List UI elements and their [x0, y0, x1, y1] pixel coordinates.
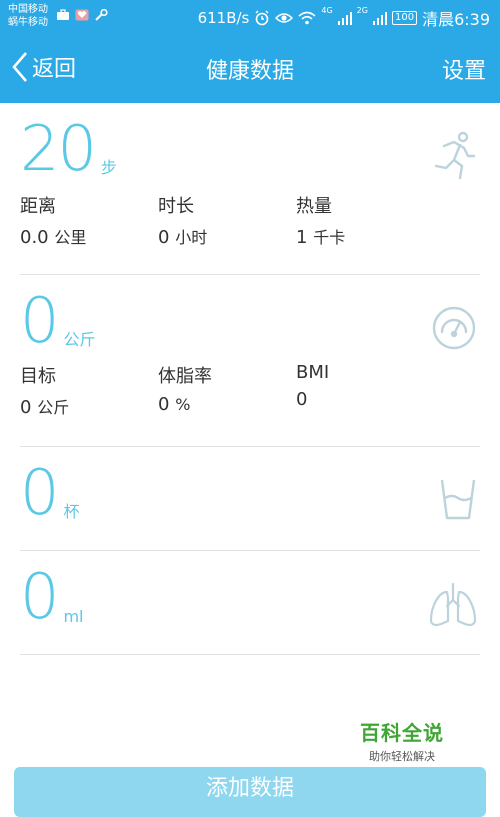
lung-unit: ml — [63, 607, 84, 626]
carrier-info: 中国移动 蜗牛移动 — [8, 3, 48, 29]
stat-label: 距离 — [20, 196, 56, 217]
steps-card[interactable]: 20 步 距离 0.0 公里 时长 0 小时 热量 1 千卡 — [20, 118, 480, 275]
weight-summary: 0 公斤 — [20, 290, 480, 352]
notification-icons — [56, 9, 108, 21]
clock: 清晨6:39 — [422, 10, 490, 29]
steps-stats: 距离 0.0 公里 时长 0 小时 热量 1 千卡 — [20, 192, 480, 248]
stat-duration: 时长 0 小时 — [158, 192, 296, 248]
stat-distance: 距离 0.0 公里 — [20, 192, 158, 248]
stat-value: 0 — [296, 389, 308, 410]
scale-gauge-icon — [432, 306, 476, 350]
weight-stats: 目标 0 公斤 体脂率 0 % BMI 0 — [20, 362, 480, 418]
battery-icon: 100 — [391, 11, 418, 25]
stat-value-row: 0 % — [158, 394, 296, 415]
weight-card[interactable]: 0 公斤 目标 0 公斤 体脂率 0 % BMI 0 — [20, 290, 480, 447]
stat-value: 1 — [296, 227, 308, 248]
stat-unit: 公里 — [54, 228, 87, 247]
network-type-2: 2G — [356, 6, 368, 15]
steps-value: 20 — [20, 112, 97, 185]
stat-value-row: 0 小时 — [158, 224, 296, 248]
stat-label: BMI — [296, 362, 330, 383]
stat-unit: 千卡 — [313, 228, 346, 247]
weight-unit: 公斤 — [63, 330, 96, 349]
stat-label: 时长 — [158, 196, 194, 217]
carrier-secondary: 蜗牛移动 — [8, 17, 48, 28]
signal-icon — [337, 12, 352, 25]
lung-summary: 0 ml — [20, 566, 480, 628]
running-icon — [434, 131, 476, 180]
water-card[interactable]: 0 杯 — [20, 462, 480, 551]
lungs-icon — [429, 582, 477, 627]
stat-value: 0 — [158, 227, 170, 248]
carrier-primary: 中国移动 — [8, 4, 48, 15]
stat-value-row: 0.0 公里 — [20, 224, 158, 248]
settings-button[interactable]: 设置 — [442, 53, 486, 85]
network-speed: 611B/s — [197, 9, 250, 27]
stat-value: 0.0 — [20, 227, 49, 248]
stat-unit: 小时 — [175, 228, 208, 247]
stat-value-row: 0 — [296, 389, 434, 410]
wifi-icon — [298, 11, 316, 25]
status-bar: 中国移动 蜗牛移动 611B/s 4G 2G 100 清晨6:39 — [0, 0, 500, 33]
alarm-icon — [255, 10, 269, 26]
lung-value: 0 — [20, 560, 59, 633]
stat-value: 0 — [158, 394, 170, 415]
watermark-title: 百科全说 — [360, 721, 444, 745]
weight-value: 0 — [20, 284, 59, 357]
watermark-logo: 百科全说 助你轻松解决 — [360, 717, 444, 764]
health-app-icon — [75, 9, 89, 21]
lung-capacity-card[interactable]: 0 ml — [20, 566, 480, 655]
stat-label: 目标 — [20, 366, 56, 387]
stat-value: 0 — [20, 397, 32, 418]
water-summary: 0 杯 — [20, 462, 480, 524]
water-unit: 杯 — [63, 502, 80, 521]
stat-calories: 热量 1 千卡 — [296, 192, 434, 248]
stat-body-fat: 体脂率 0 % — [158, 362, 296, 418]
status-right: 611B/s 4G 2G 100 清晨6:39 — [198, 6, 490, 30]
signal-icon-2 — [372, 12, 387, 25]
stat-label: 体脂率 — [158, 366, 212, 387]
app-header: 返回 健康数据 设置 — [0, 33, 500, 103]
page-title: 健康数据 — [205, 59, 294, 84]
briefcase-icon — [57, 9, 69, 20]
water-value: 0 — [20, 456, 59, 529]
stat-unit: 公斤 — [37, 398, 70, 417]
add-data-button[interactable]: 添加数据 — [14, 767, 486, 817]
steps-summary: 20 步 — [20, 118, 480, 180]
watermark-subtitle: 助你轻松解决 — [369, 750, 435, 763]
steps-unit: 步 — [100, 158, 117, 177]
stat-bmi: BMI 0 — [296, 362, 434, 418]
cup-icon — [440, 479, 476, 520]
stat-label: 热量 — [296, 196, 332, 217]
stat-value-row: 0 公斤 — [20, 394, 158, 418]
stat-target: 目标 0 公斤 — [20, 362, 158, 418]
network-type-1: 4G — [321, 6, 333, 15]
stat-value-row: 1 千卡 — [296, 224, 434, 248]
stat-unit: % — [175, 395, 191, 414]
eye-icon — [275, 13, 294, 23]
wrench-icon — [95, 9, 108, 21]
